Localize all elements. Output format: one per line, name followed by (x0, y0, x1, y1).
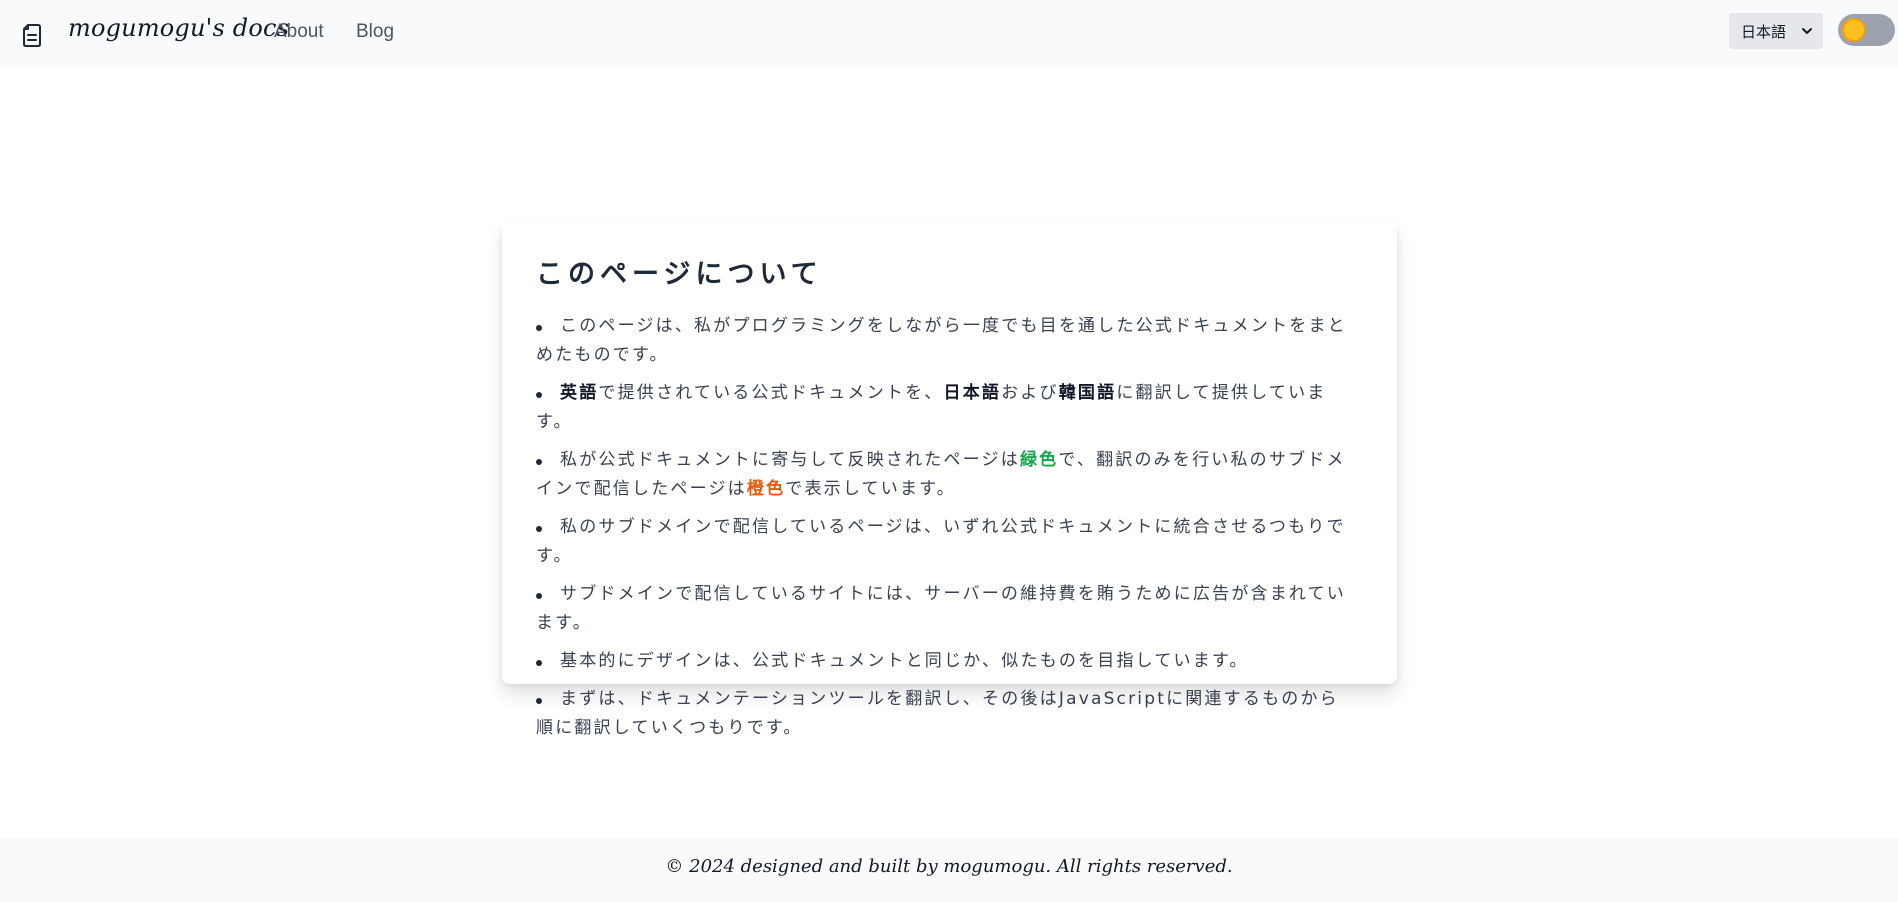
list-item-text: サブドメインで配信しているサイトには、サーバーの維持費を賄うために広告が含まれて… (536, 584, 1347, 633)
list-item: 英語で提供されている公式ドキュメントを、日本語および韓国語に翻訳して提供していま… (536, 379, 1356, 437)
copyright-text: © 2024 designed and built by mogumogu. A… (665, 856, 1233, 877)
list-item: このページは、私がプログラミングをしながら一度でも目を通した公式ドキュメントをま… (536, 312, 1356, 370)
theme-toggle[interactable] (1838, 14, 1895, 46)
nav-blog-link[interactable]: Blog (356, 21, 394, 43)
list-item-text: 私が公式ドキュメントに寄与して反映されたページは (560, 450, 1020, 470)
orange-highlight: 橙色 (746, 479, 786, 499)
list-item-text: 私のサブドメインで配信しているページは、いずれ公式ドキュメントに統合させるつもり… (536, 517, 1346, 566)
list-item: 基本的にデザインは、公式ドキュメントと同じか、似たものを目指しています。 (536, 647, 1356, 676)
emphasis-korean: 韓国語 (1058, 383, 1117, 403)
nav-about-link[interactable]: About (274, 21, 324, 43)
document-icon[interactable] (21, 23, 43, 47)
emphasis-english: 英語 (560, 383, 599, 403)
list-item-text: および (1001, 383, 1059, 403)
list-item-text: 基本的にデザインは、公式ドキュメントと同じか、似たものを目指しています。 (560, 651, 1249, 671)
site-footer: © 2024 designed and built by mogumogu. A… (0, 838, 1898, 902)
site-header: mogumogu's docs About Blog 日本語 (0, 0, 1898, 67)
page-title: このページについて (536, 259, 823, 290)
list-item: まずは、ドキュメンテーションツールを翻訳し、その後はJavaScriptに関連す… (536, 685, 1356, 743)
list-item-text: このページは、私がプログラミングをしながら一度でも目を通した公式ドキュメントをま… (536, 316, 1347, 365)
list-item-text: まずは、ドキュメンテーションツールを翻訳し、その後はJavaScriptに関連す… (536, 689, 1339, 738)
list-item-text: で表示しています。 (785, 479, 956, 499)
list-item: サブドメインで配信しているサイトには、サーバーの維持費を賄うために広告が含まれて… (536, 580, 1356, 638)
list-item: 私が公式ドキュメントに寄与して反映されたページは緑色で、翻訳のみを行い私のサブド… (536, 446, 1356, 504)
language-select[interactable]: 日本語 (1729, 13, 1823, 49)
chevron-down-icon (1801, 23, 1813, 35)
language-select-value: 日本語 (1741, 22, 1787, 41)
list-item: 私のサブドメインで配信しているページは、いずれ公式ドキュメントに統合させるつもり… (536, 513, 1356, 571)
emphasis-japanese: 日本語 (943, 383, 1002, 403)
about-list: このページは、私がプログラミングをしながら一度でも目を通した公式ドキュメントをま… (536, 312, 1356, 752)
about-card: このページについて このページは、私がプログラミングをしながら一度でも目を通した… (502, 222, 1397, 738)
green-highlight: 緑色 (1019, 450, 1059, 470)
sun-icon (1842, 18, 1866, 42)
list-item-text: で提供されている公式ドキュメントを、 (598, 383, 944, 403)
site-brand[interactable]: mogumogu's docs (68, 14, 289, 42)
